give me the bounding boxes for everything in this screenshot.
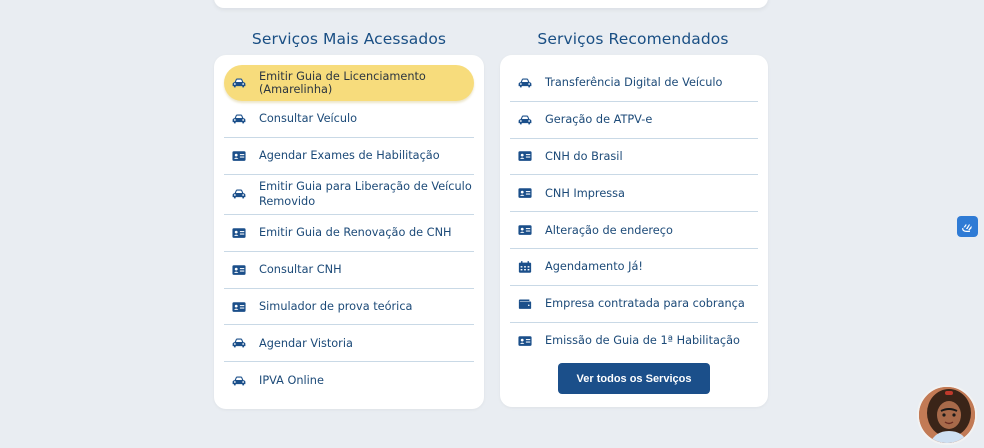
id-card-icon bbox=[518, 150, 532, 162]
service-item-label: Agendamento Já! bbox=[545, 260, 643, 274]
service-item-label: Alteração de endereço bbox=[545, 223, 673, 237]
see-all-services-button[interactable]: Ver todos os Serviços bbox=[558, 363, 710, 394]
wallet-icon bbox=[518, 298, 532, 310]
service-item-label: Consultar CNH bbox=[259, 263, 342, 277]
car-icon bbox=[232, 375, 246, 387]
service-item-label: Simulador de prova teórica bbox=[259, 300, 413, 314]
recommended-title: Serviços Recomendados bbox=[537, 30, 729, 48]
recommended-card: Transferência Digital de Veículo Geração … bbox=[500, 55, 768, 407]
service-item[interactable]: CNH Impressa bbox=[510, 175, 758, 213]
service-item[interactable]: Agendar Exames de Habilitação bbox=[224, 138, 474, 175]
car-icon bbox=[232, 113, 246, 125]
calendar-icon bbox=[518, 261, 532, 273]
id-card-icon bbox=[232, 150, 246, 162]
service-item-label: Consultar Veículo bbox=[259, 112, 358, 126]
car-icon bbox=[232, 337, 246, 349]
service-item-label: Agendar Vistoria bbox=[259, 336, 353, 350]
service-item-label: Emissão de Guia de 1ª Habilitação bbox=[545, 334, 740, 348]
most-accessed-card: Emitir Guia de Licenciamento (Amarelinha… bbox=[214, 55, 484, 409]
top-card bbox=[214, 0, 768, 8]
service-item[interactable]: Agendar Vistoria bbox=[224, 325, 474, 363]
service-item[interactable]: Emitir Guia de Licenciamento (Amarelinha… bbox=[224, 65, 474, 101]
service-item-label: Emitir Guia para Liberação de Veículo Re… bbox=[259, 180, 472, 209]
service-item[interactable]: Consultar Veículo bbox=[224, 101, 474, 138]
most-accessed-title: Serviços Mais Acessados bbox=[251, 30, 447, 48]
service-item[interactable]: Emitir Guia de Renovação de CNH bbox=[224, 215, 474, 252]
id-card-icon bbox=[232, 227, 246, 239]
service-item-label: CNH Impressa bbox=[545, 186, 625, 200]
service-item[interactable]: Geração de ATPV-e bbox=[510, 102, 758, 139]
car-icon bbox=[232, 188, 246, 200]
car-icon bbox=[518, 77, 532, 89]
id-card-icon bbox=[518, 187, 532, 199]
accessibility-hands-icon[interactable] bbox=[957, 216, 978, 237]
service-item[interactable]: Empresa contratada para cobrança bbox=[510, 286, 758, 323]
service-item-label: Empresa contratada para cobrança bbox=[545, 297, 745, 311]
service-item[interactable]: IPVA Online bbox=[224, 362, 474, 399]
virtual-assistant-avatar[interactable] bbox=[917, 385, 977, 445]
car-icon bbox=[232, 77, 246, 89]
service-item-label: Geração de ATPV-e bbox=[545, 113, 653, 127]
service-item-label: Emitir Guia de Licenciamento (Amarelinha… bbox=[259, 70, 426, 96]
service-item[interactable]: Alteração de endereço bbox=[510, 212, 758, 249]
service-item[interactable]: Consultar CNH bbox=[224, 252, 474, 289]
service-item-label: Transferência Digital de Veículo bbox=[545, 76, 723, 90]
car-icon bbox=[518, 114, 532, 126]
service-item[interactable]: Emitir Guia para Liberação de Veículo Re… bbox=[224, 175, 474, 216]
id-card-icon bbox=[518, 335, 532, 347]
service-item[interactable]: Transferência Digital de Veículo bbox=[510, 65, 758, 102]
service-item[interactable]: Simulador de prova teórica bbox=[224, 289, 474, 326]
service-item-label: Agendar Exames de Habilitação bbox=[259, 149, 440, 163]
service-item-label: CNH do Brasil bbox=[545, 149, 623, 163]
service-item[interactable]: Agendamento Já! bbox=[510, 249, 758, 286]
id-card-icon bbox=[232, 264, 246, 276]
service-item-label: Emitir Guia de Renovação de CNH bbox=[259, 226, 452, 240]
service-item-label: IPVA Online bbox=[259, 374, 324, 388]
recommended-list: Transferência Digital de Veículo Geração … bbox=[510, 65, 758, 359]
most-accessed-list: Emitir Guia de Licenciamento (Amarelinha… bbox=[224, 65, 474, 399]
service-item[interactable]: Emissão de Guia de 1ª Habilitação bbox=[510, 323, 758, 360]
id-card-icon bbox=[518, 224, 532, 236]
id-card-icon bbox=[232, 301, 246, 313]
service-item[interactable]: CNH do Brasil bbox=[510, 139, 758, 176]
